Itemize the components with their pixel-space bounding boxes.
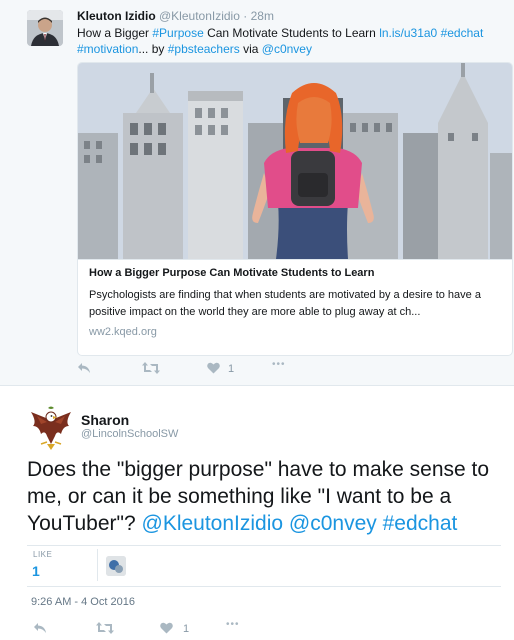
- likes-count[interactable]: 1: [32, 563, 40, 579]
- tweet-text: How a Bigger #Purpose Can Motivate Stude…: [77, 25, 502, 57]
- eagle-icon: [27, 404, 75, 452]
- tweet-timestamp[interactable]: 28m: [251, 9, 274, 23]
- tweet-header: Kleuton Izidio @KleutonIzidio · 28m: [77, 9, 274, 23]
- heart-icon[interactable]: [160, 622, 173, 634]
- text-part: How a Bigger: [77, 26, 153, 40]
- liker-avatar-image: [106, 556, 126, 576]
- hashtag-purpose[interactable]: #Purpose: [152, 26, 203, 40]
- header-separator: ·: [243, 9, 248, 23]
- author-avatar[interactable]: [27, 10, 63, 46]
- author-handle[interactable]: @LincolnSchoolSW: [81, 428, 178, 440]
- card-domain: ww2.kqed.org: [89, 326, 157, 338]
- reply-icon[interactable]: [77, 362, 91, 374]
- mention-c0nvey[interactable]: @c0nvey: [262, 42, 312, 56]
- card-body: How a Bigger Purpose Can Motivate Studen…: [78, 259, 512, 355]
- text-part: Can Motivate Students to Learn: [203, 26, 380, 40]
- text-part: via: [239, 42, 262, 56]
- hashtag-pbsteachers[interactable]: #pbsteachers: [168, 42, 240, 56]
- mention-kleuton[interactable]: @KleutonIzidio: [142, 512, 284, 535]
- avatar-photo: [27, 10, 63, 46]
- divider: [27, 586, 501, 587]
- link-card[interactable]: How a Bigger Purpose Can Motivate Studen…: [77, 62, 513, 356]
- mention-c0nvey[interactable]: @c0nvey: [289, 512, 377, 535]
- divider: [97, 549, 98, 581]
- like-count: 1: [183, 623, 190, 635]
- divider: [27, 545, 501, 546]
- hashtag-edchat[interactable]: #edchat: [441, 26, 484, 40]
- hashtag-motivation[interactable]: #motivation: [77, 42, 138, 56]
- likes-label: LIKE: [33, 550, 53, 559]
- author-handle[interactable]: @KleutonIzidio: [159, 9, 240, 23]
- tweet-date[interactable]: 9:26 AM - 4 Oct 2016: [31, 596, 135, 608]
- author-avatar[interactable]: [27, 404, 75, 452]
- tweet-1[interactable]: Kleuton Izidio @KleutonIzidio · 28m How …: [0, 0, 514, 386]
- like-count: 1: [228, 363, 235, 375]
- reply-icon[interactable]: [33, 622, 47, 634]
- author-name[interactable]: Kleuton Izidio: [77, 9, 156, 23]
- author-name[interactable]: Sharon: [81, 412, 129, 428]
- hashtag-edchat[interactable]: #edchat: [383, 512, 458, 535]
- card-title[interactable]: How a Bigger Purpose Can Motivate Studen…: [89, 267, 504, 279]
- retweet-icon[interactable]: [142, 362, 160, 374]
- more-icon[interactable]: •••: [272, 359, 286, 370]
- more-icon[interactable]: •••: [226, 619, 240, 630]
- tweet-link[interactable]: ln.is/u31a0: [379, 26, 437, 40]
- retweet-icon[interactable]: [96, 622, 114, 634]
- liker-avatar[interactable]: [106, 556, 126, 576]
- card-image: [78, 63, 512, 259]
- card-description: Psychologists are finding that when stud…: [89, 289, 481, 318]
- tweet-text: Does the "bigger purpose" have to make s…: [27, 456, 507, 537]
- text-part: ... by: [138, 42, 168, 56]
- heart-icon[interactable]: [207, 362, 220, 374]
